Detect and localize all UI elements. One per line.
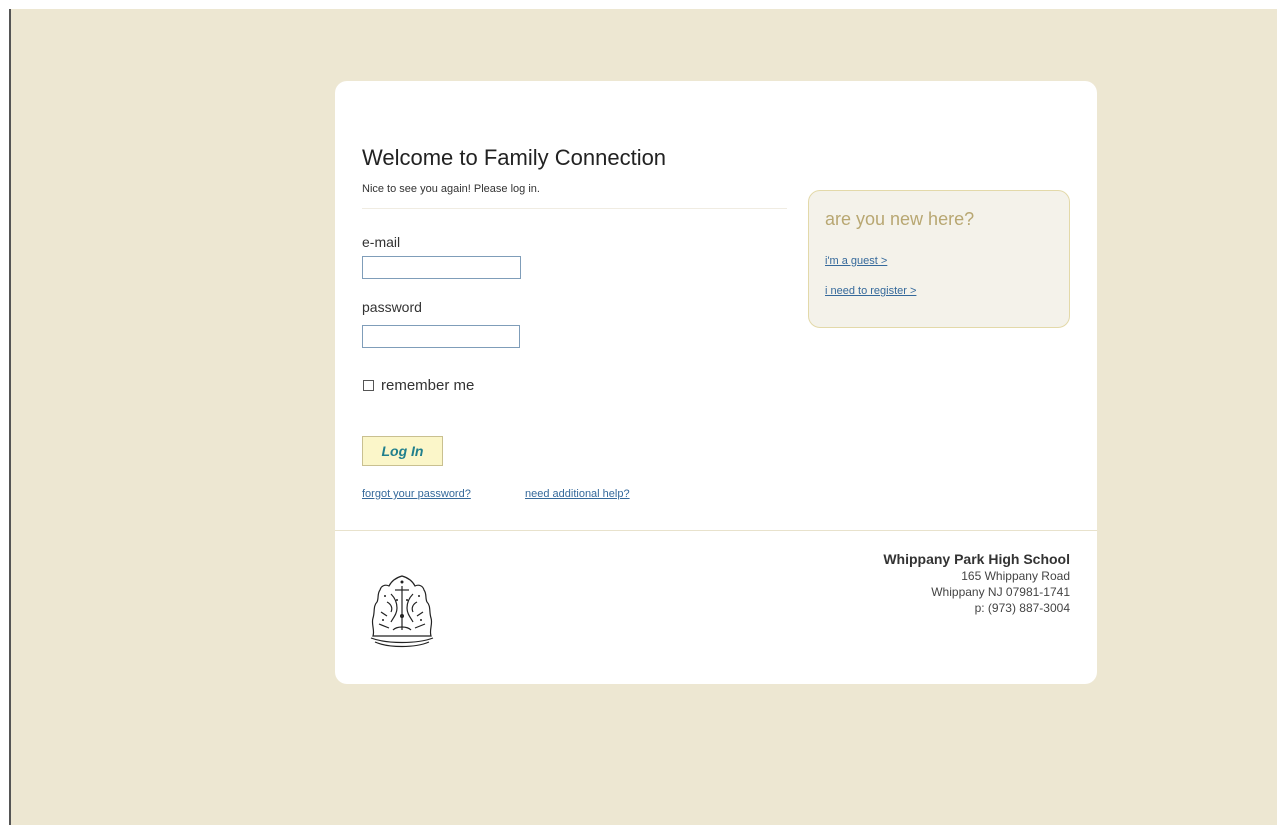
page-subtitle: Nice to see you again! Please log in. [362,183,540,195]
remember-me-checkbox[interactable] [363,380,374,391]
email-field[interactable] [362,256,521,279]
password-label: password [362,299,422,315]
school-info: Whippany Park High School 165 Whippany R… [883,551,1070,616]
school-phone: p: (973) 887-3004 [974,601,1070,615]
password-field[interactable] [362,325,520,348]
remember-me-label: remember me [381,377,475,394]
login-button[interactable]: Log In [362,436,443,466]
school-name: Whippany Park High School [883,551,1070,567]
new-here-panel: are you new here? i'm a guest > i need t… [808,190,1070,328]
page-title: Welcome to Family Connection [362,145,667,170]
footer-divider [335,530,1097,531]
page-background: Welcome to Family Connection Nice to see… [9,9,1277,825]
email-label: e-mail [362,234,401,250]
login-card: Welcome to Family Connection Nice to see… [335,81,1097,684]
forgot-password-link[interactable]: forgot your password? [362,488,471,500]
school-address-line1: 165 Whippany Road [961,569,1070,583]
new-here-title: are you new here? [825,209,975,229]
title-divider [362,208,787,209]
school-address-line2: Whippany NJ 07981-1741 [931,585,1070,599]
school-crest-icon [370,575,434,648]
additional-help-link[interactable]: need additional help? [525,488,630,500]
register-link[interactable]: i need to register > [825,285,916,297]
remember-me-option[interactable]: remember me [363,377,474,394]
guest-link[interactable]: i'm a guest > [825,255,887,267]
